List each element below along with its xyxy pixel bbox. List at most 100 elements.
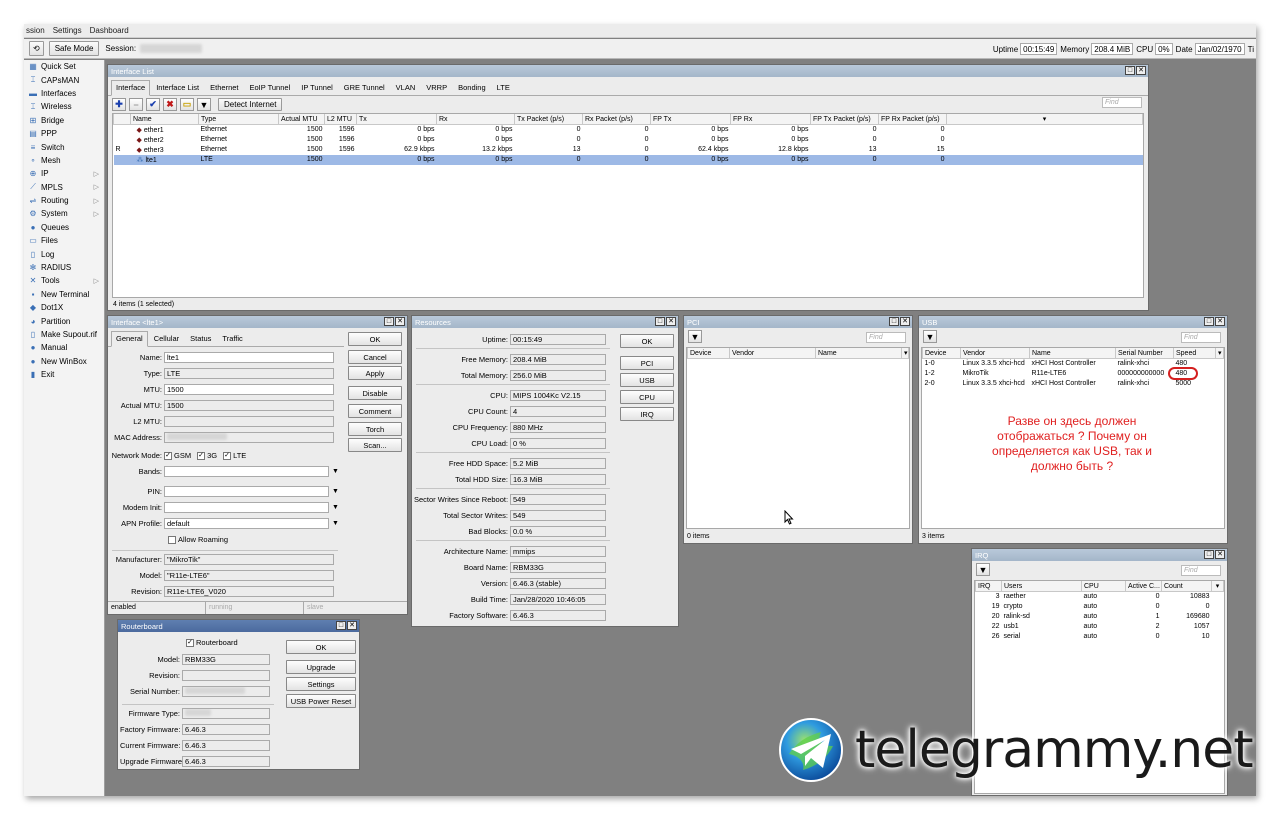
enable-button[interactable]: ✔: [146, 98, 160, 111]
tab[interactable]: VLAN: [391, 80, 421, 95]
resources-titlebar[interactable]: Resources □ ✕: [412, 316, 678, 328]
resources-cpu-button[interactable]: CPU: [620, 390, 674, 404]
find-input[interactable]: Find: [1181, 332, 1221, 343]
bands-select[interactable]: [164, 466, 329, 477]
routerboard-checkbox[interactable]: ✓ Routerboard: [186, 638, 238, 647]
tab[interactable]: Traffic: [217, 331, 247, 346]
comment-button[interactable]: ▭: [180, 98, 194, 111]
lte-disable-button[interactable]: Disable: [348, 386, 402, 400]
maximize-icon[interactable]: □: [1125, 66, 1135, 75]
sidebar-item[interactable]: ▦ Quick Set: [24, 60, 104, 73]
sidebar-item[interactable]: ▮ Exit: [24, 368, 104, 381]
undo-button[interactable]: ⟲: [29, 41, 44, 56]
filter-button[interactable]: ▼: [923, 330, 937, 343]
allow-roaming-checkbox[interactable]: Allow Roaming: [168, 535, 228, 544]
menu-session[interactable]: ssion: [26, 26, 45, 35]
apn-profile-select[interactable]: default: [164, 518, 329, 529]
maximize-icon[interactable]: □: [655, 317, 665, 326]
disable-button[interactable]: ✖: [163, 98, 177, 111]
routerboard-upgrade-button[interactable]: Upgrade: [286, 660, 356, 674]
lte-apply-button[interactable]: Apply: [348, 366, 402, 380]
menu-dashboard[interactable]: Dashboard: [90, 26, 129, 35]
maximize-icon[interactable]: □: [336, 621, 346, 630]
filter-button[interactable]: ▼: [197, 98, 211, 111]
column-menu-button[interactable]: ▾: [1211, 581, 1224, 592]
sidebar-item[interactable]: ▤ PPP: [24, 127, 104, 140]
tab[interactable]: Ethernet: [205, 80, 243, 95]
sidebar-item[interactable]: ⊕ IP ▷: [24, 167, 104, 180]
column-header[interactable]: Vendor: [960, 348, 1030, 359]
tab[interactable]: Status: [185, 331, 216, 346]
column-header[interactable]: FP Rx: [730, 114, 811, 125]
detect-internet-button[interactable]: Detect Internet: [218, 98, 283, 111]
close-icon[interactable]: ✕: [347, 621, 357, 630]
column-header[interactable]: Name: [130, 114, 199, 125]
table-row[interactable]: 20 ralink-sd auto 1 169680: [976, 612, 1224, 622]
routerboard-usb-power-reset-button[interactable]: USB Power Reset: [286, 694, 356, 708]
resources-ok-button[interactable]: OK: [620, 334, 674, 348]
tab[interactable]: Cellular: [149, 331, 184, 346]
sidebar-item[interactable]: ⌶ Wireless: [24, 100, 104, 113]
table-row[interactable]: R ◆ ether3 Ethernet 1500 1596 62.9 kbps 13.2 k…: [114, 145, 1143, 155]
column-header[interactable]: Tx Packet (p/s): [514, 114, 583, 125]
filter-button[interactable]: ▼: [688, 330, 702, 343]
column-header[interactable]: Rx Packet (p/s): [582, 114, 651, 125]
sidebar-item[interactable]: ✻ RADIUS: [24, 261, 104, 274]
sidebar-item[interactable]: ◕ Partition: [24, 314, 104, 327]
sidebar-item[interactable]: ≡ Switch: [24, 140, 104, 153]
irq-titlebar[interactable]: IRQ □ ✕: [972, 549, 1227, 561]
tab[interactable]: Bonding: [453, 80, 491, 95]
name-input[interactable]: lte1: [164, 352, 334, 363]
column-header[interactable]: Count: [1161, 581, 1212, 592]
resources-usb-button[interactable]: USB: [620, 373, 674, 387]
sidebar-item[interactable]: ▭ Files: [24, 234, 104, 247]
column-menu-button[interactable]: ▾: [1215, 348, 1224, 359]
lte-ok-button[interactable]: OK: [348, 332, 402, 346]
routerboard-settings-button[interactable]: Settings: [286, 677, 356, 691]
tab[interactable]: LTE: [492, 80, 515, 95]
sidebar-item[interactable]: ● Manual: [24, 341, 104, 354]
routerboard-titlebar[interactable]: Routerboard □ ✕: [118, 620, 359, 632]
table-row[interactable]: 19 crypto auto 0 0: [976, 602, 1224, 612]
resources-pci-button[interactable]: PCI: [620, 356, 674, 370]
column-header[interactable]: IRQ: [975, 581, 1002, 592]
resources-irq-button[interactable]: IRQ: [620, 407, 674, 421]
sidebar-item[interactable]: ● Queues: [24, 221, 104, 234]
sidebar-item[interactable]: ⌶ CAPsMAN: [24, 73, 104, 86]
maximize-icon[interactable]: □: [1204, 550, 1214, 559]
sidebar-item[interactable]: ▯ Log: [24, 247, 104, 260]
table-row[interactable]: 22 usb1 auto 2 1057: [976, 622, 1224, 632]
network-mode-checkbox[interactable]: ✓ 3G: [197, 451, 217, 461]
column-header[interactable]: Tx: [356, 114, 437, 125]
table-row[interactable]: 3 raether auto 0 10883: [976, 592, 1224, 602]
tab[interactable]: Interface List: [151, 80, 204, 95]
lte-scan-button[interactable]: Scan...: [348, 438, 402, 452]
mtu-input[interactable]: 1500: [164, 384, 334, 395]
maximize-icon[interactable]: □: [1204, 317, 1214, 326]
pci-titlebar[interactable]: PCI □ ✕: [684, 316, 912, 328]
maximize-icon[interactable]: □: [384, 317, 394, 326]
sidebar-item[interactable]: ⚙ System ▷: [24, 207, 104, 220]
column-header[interactable]: FP Tx Packet (p/s): [810, 114, 879, 125]
network-mode-checkbox[interactable]: ✓ LTE: [223, 451, 246, 461]
modem-init-select[interactable]: [164, 502, 329, 513]
column-header[interactable]: Users: [1001, 581, 1082, 592]
column-header[interactable]: L2 MTU: [324, 114, 357, 125]
interface-list-titlebar[interactable]: Interface List □ ✕: [108, 65, 1148, 77]
sidebar-item[interactable]: ⟋ MPLS ▷: [24, 181, 104, 194]
menu-settings[interactable]: Settings: [53, 26, 82, 35]
sidebar-item[interactable]: ⇌ Routing ▷: [24, 194, 104, 207]
find-input[interactable]: Find: [1181, 565, 1221, 576]
dropdown-arrow-icon[interactable]: ▼: [332, 468, 339, 475]
sidebar-item[interactable]: ◆ Dot1X: [24, 301, 104, 314]
sidebar-item[interactable]: ● New WinBox: [24, 355, 104, 368]
sidebar-item[interactable]: ✕ Tools ▷: [24, 274, 104, 287]
column-menu-button[interactable]: ▾: [901, 348, 909, 359]
column-header[interactable]: Name: [1029, 348, 1116, 359]
column-header[interactable]: Rx: [436, 114, 515, 125]
table-row[interactable]: 2-0 Linux 3.3.5 xhci-hcd xHCI Host Control…: [923, 379, 1224, 389]
sidebar-item[interactable]: ∘ Mesh: [24, 154, 104, 167]
tab[interactable]: IP Tunnel: [296, 80, 338, 95]
table-row[interactable]: ◆ ether2 Ethernet 1500 1596 0 bps 0 bps 0 0 0 bp…: [114, 135, 1143, 145]
column-header[interactable]: Name: [815, 348, 902, 359]
